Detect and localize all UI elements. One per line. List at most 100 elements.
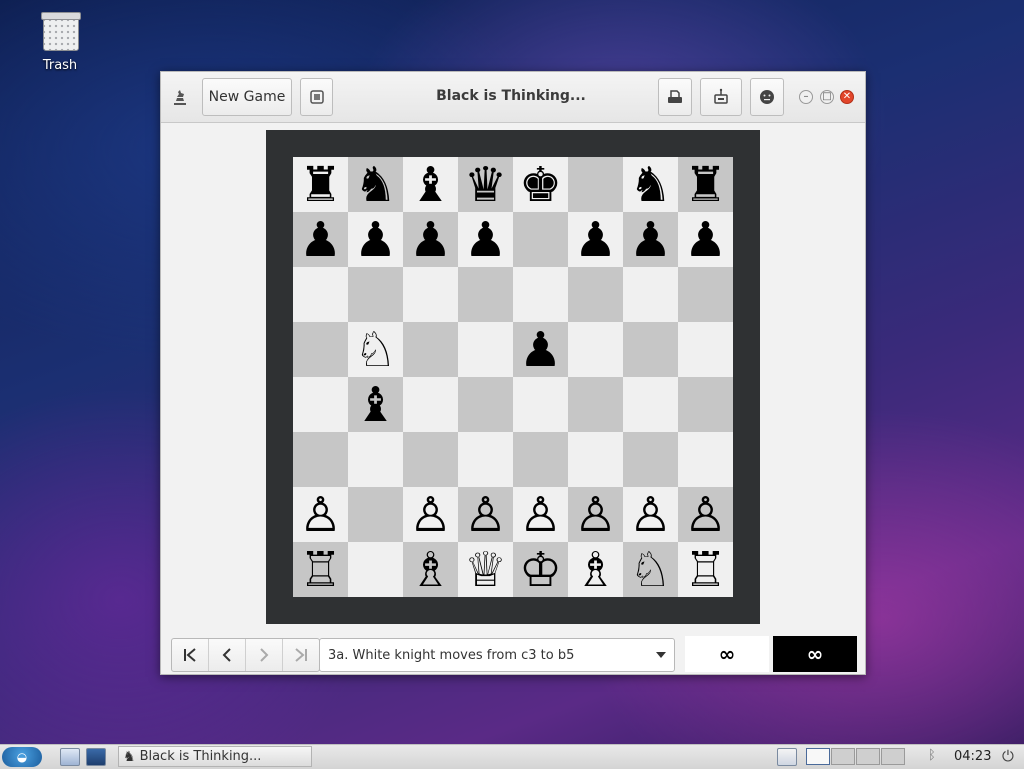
workspace-1[interactable]	[806, 748, 830, 765]
show-desktop-icon[interactable]	[60, 748, 80, 766]
minimize-button[interactable]: –	[799, 90, 813, 104]
taskbar-chess-task[interactable]: ♞ Black is Thinking...	[118, 746, 312, 767]
chess-piece[interactable]: ♙	[409, 491, 452, 539]
chess-piece[interactable]: ♟	[574, 216, 617, 264]
square-h1[interactable]: ♖	[678, 542, 733, 597]
chess-piece[interactable]: ♗	[409, 546, 452, 594]
square-h8[interactable]: ♜	[678, 157, 733, 212]
square-f8[interactable]	[568, 157, 623, 212]
chess-piece[interactable]: ♙	[299, 491, 342, 539]
chess-piece[interactable]: ♟	[409, 216, 452, 264]
square-h3[interactable]	[678, 432, 733, 487]
square-h2[interactable]: ♙	[678, 487, 733, 542]
square-b2[interactable]	[348, 487, 403, 542]
square-d6[interactable]	[458, 267, 513, 322]
square-c7[interactable]: ♟	[403, 212, 458, 267]
chess-piece[interactable]: ♜	[299, 161, 342, 209]
power-icon[interactable]: ⏻	[1002, 747, 1014, 765]
square-f1[interactable]: ♗	[568, 542, 623, 597]
chess-piece[interactable]: ♞	[629, 161, 672, 209]
chess-piece[interactable]: ♜	[684, 161, 727, 209]
square-a4[interactable]	[293, 377, 348, 432]
square-f4[interactable]	[568, 377, 623, 432]
square-c3[interactable]	[403, 432, 458, 487]
square-g5[interactable]	[623, 322, 678, 377]
first-move-button[interactable]	[172, 639, 209, 671]
square-g1[interactable]: ♘	[623, 542, 678, 597]
previous-move-button[interactable]	[209, 639, 246, 671]
square-e1[interactable]: ♔	[513, 542, 568, 597]
chess-piece[interactable]: ♛	[464, 161, 507, 209]
square-e5[interactable]: ♟	[513, 322, 568, 377]
workspace-2[interactable]	[831, 748, 855, 765]
next-move-button[interactable]	[246, 639, 283, 671]
start-menu-button[interactable]: ◒	[2, 747, 42, 767]
chess-piece[interactable]: ♗	[574, 546, 617, 594]
chess-piece[interactable]: ♘	[354, 326, 397, 374]
square-e6[interactable]	[513, 267, 568, 322]
close-button[interactable]: ✕	[840, 90, 854, 104]
square-d8[interactable]: ♛	[458, 157, 513, 212]
chess-piece[interactable]: ♟	[629, 216, 672, 264]
square-d4[interactable]	[458, 377, 513, 432]
chess-piece[interactable]: ♖	[299, 546, 342, 594]
square-b4[interactable]: ♝	[348, 377, 403, 432]
square-a3[interactable]	[293, 432, 348, 487]
square-a8[interactable]: ♜	[293, 157, 348, 212]
square-g6[interactable]	[623, 267, 678, 322]
last-move-button[interactable]	[283, 639, 319, 671]
chess-piece[interactable]: ♙	[464, 491, 507, 539]
chess-piece[interactable]: ♖	[684, 546, 727, 594]
square-h5[interactable]	[678, 322, 733, 377]
square-b5[interactable]: ♘	[348, 322, 403, 377]
new-game-button[interactable]: New Game	[202, 78, 292, 116]
square-b7[interactable]: ♟	[348, 212, 403, 267]
chess-piece[interactable]: ♝	[354, 381, 397, 429]
chess-piece[interactable]: ♟	[299, 216, 342, 264]
square-b8[interactable]: ♞	[348, 157, 403, 212]
square-d3[interactable]	[458, 432, 513, 487]
move-history-dropdown[interactable]: 3a. White knight moves from c3 to b5	[319, 638, 675, 672]
square-d2[interactable]: ♙	[458, 487, 513, 542]
square-d7[interactable]: ♟	[458, 212, 513, 267]
chess-piece[interactable]: ♙	[629, 491, 672, 539]
square-c8[interactable]: ♝	[403, 157, 458, 212]
square-c5[interactable]	[403, 322, 458, 377]
chess-piece-icon[interactable]	[167, 78, 193, 116]
taskbar-clock[interactable]: 04:23	[954, 749, 991, 764]
print-button[interactable]	[700, 78, 742, 116]
chess-piece[interactable]: ♘	[629, 546, 672, 594]
square-b6[interactable]	[348, 267, 403, 322]
chess-piece[interactable]: ♔	[519, 546, 562, 594]
chess-piece[interactable]: ♟	[464, 216, 507, 264]
square-f2[interactable]: ♙	[568, 487, 623, 542]
chess-piece[interactable]: ♙	[684, 491, 727, 539]
square-a1[interactable]: ♖	[293, 542, 348, 597]
square-d5[interactable]	[458, 322, 513, 377]
chess-piece[interactable]: ♙	[519, 491, 562, 539]
square-f5[interactable]	[568, 322, 623, 377]
square-c2[interactable]: ♙	[403, 487, 458, 542]
fullscreen-button[interactable]	[300, 78, 333, 116]
square-f3[interactable]	[568, 432, 623, 487]
square-b3[interactable]	[348, 432, 403, 487]
square-h6[interactable]	[678, 267, 733, 322]
chess-piece[interactable]: ♟	[354, 216, 397, 264]
square-e2[interactable]: ♙	[513, 487, 568, 542]
workspace-4[interactable]	[881, 748, 905, 765]
square-a7[interactable]: ♟	[293, 212, 348, 267]
square-e7[interactable]	[513, 212, 568, 267]
square-f7[interactable]: ♟	[568, 212, 623, 267]
square-g2[interactable]: ♙	[623, 487, 678, 542]
square-a2[interactable]: ♙	[293, 487, 348, 542]
square-b1[interactable]	[348, 542, 403, 597]
chess-piece[interactable]: ♚	[519, 161, 562, 209]
emote-menu-button[interactable]	[750, 78, 784, 116]
square-a5[interactable]	[293, 322, 348, 377]
square-c6[interactable]	[403, 267, 458, 322]
square-g8[interactable]: ♞	[623, 157, 678, 212]
square-c1[interactable]: ♗	[403, 542, 458, 597]
chess-piece[interactable]: ♕	[464, 546, 507, 594]
bluetooth-icon[interactable]: ᛒ	[928, 748, 936, 763]
window-list-icon[interactable]	[777, 748, 797, 766]
